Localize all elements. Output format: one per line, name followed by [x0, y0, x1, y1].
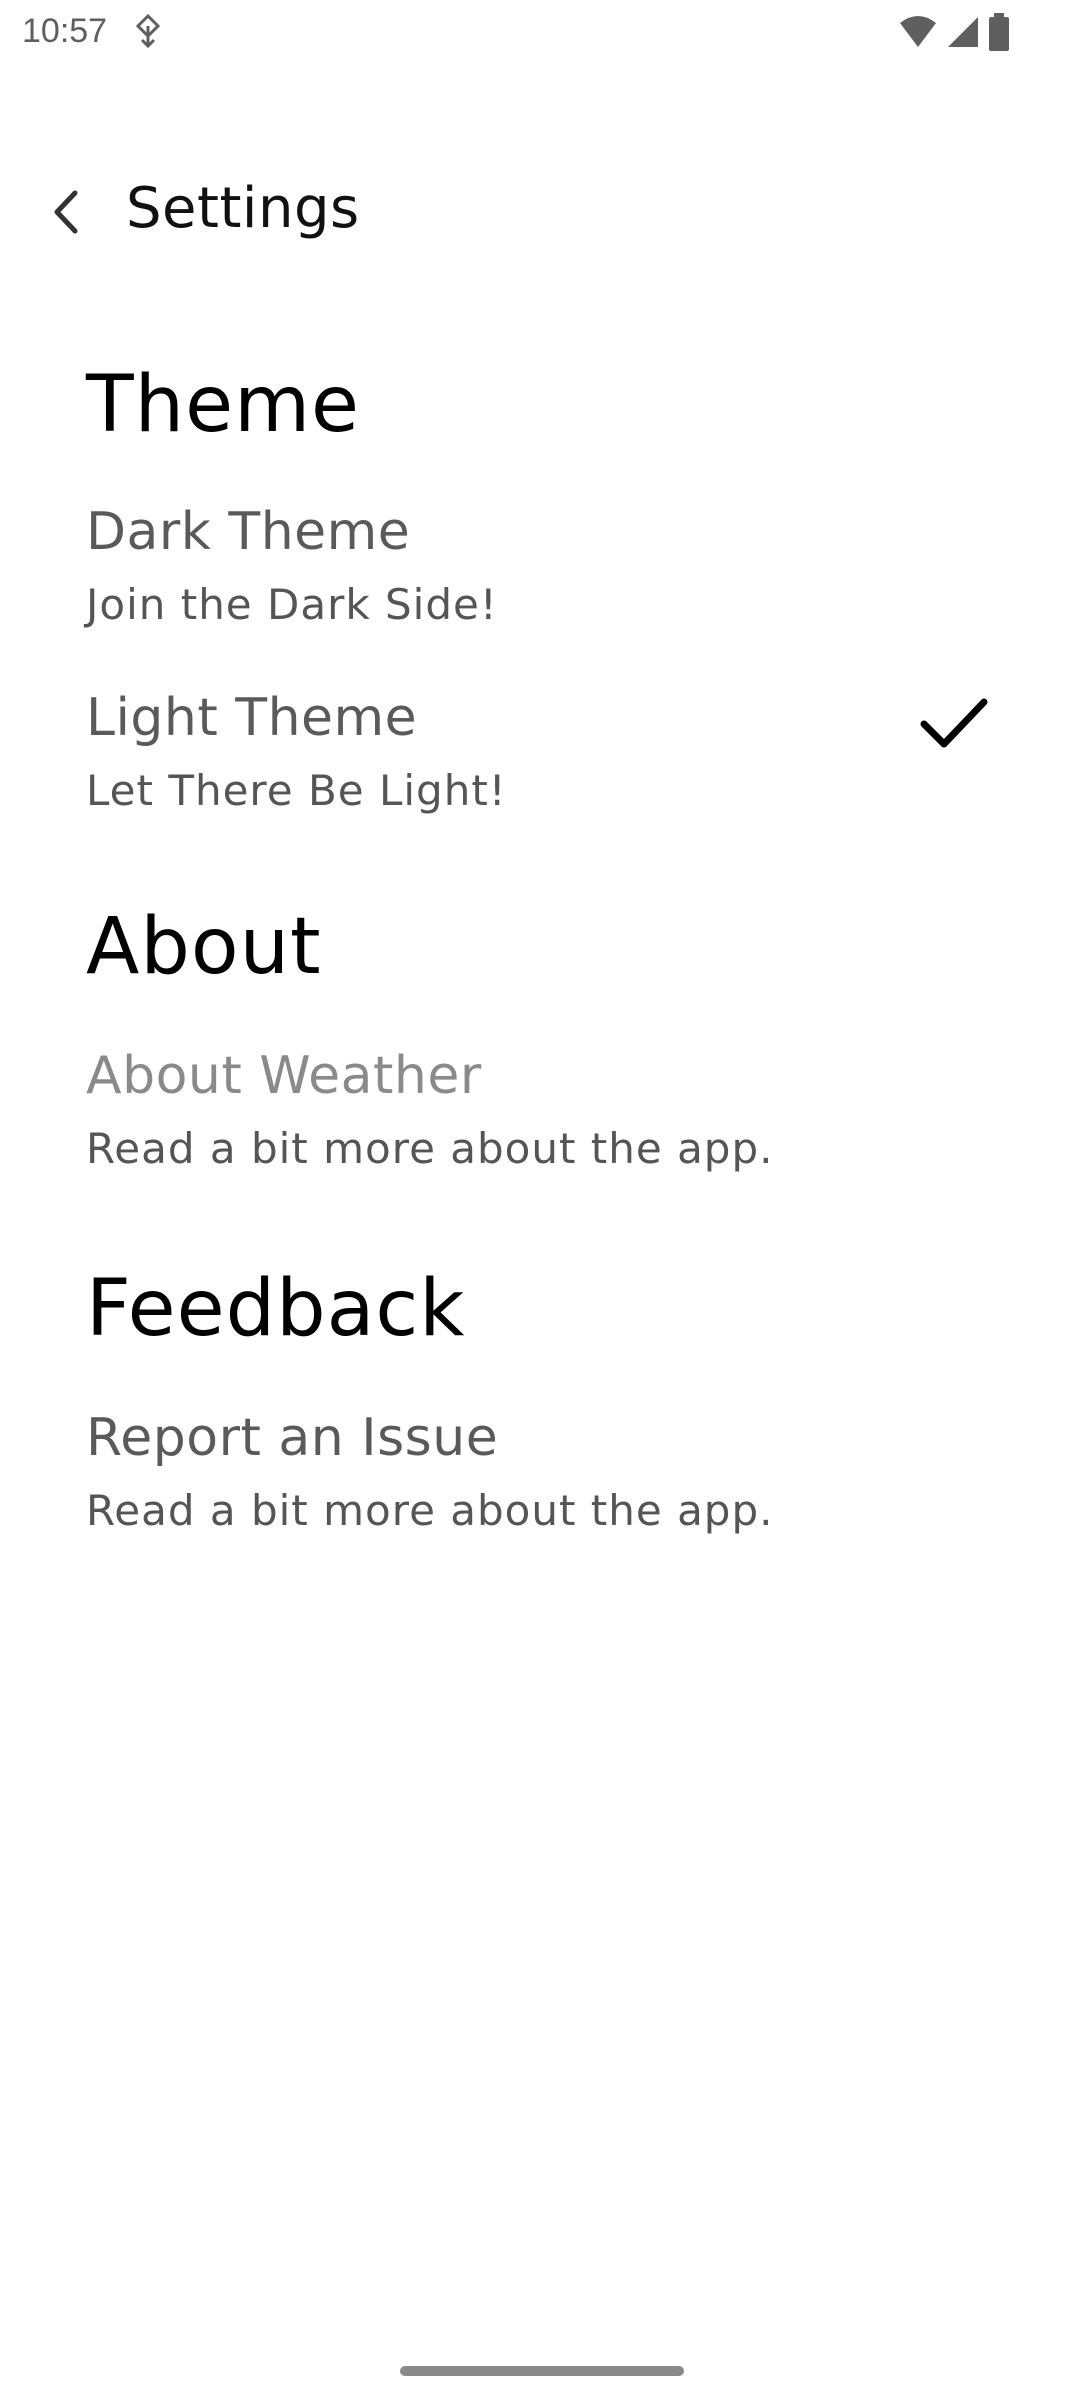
pref-title: Report an Issue	[86, 1408, 499, 1468]
status-icons	[898, 12, 1010, 52]
pref-title: About Weather	[86, 1046, 482, 1106]
status-time: 10:57	[22, 12, 108, 50]
app-bar: Settings	[0, 150, 1080, 274]
section-title-about: About	[86, 902, 322, 992]
pref-summary: Join the Dark Side!	[86, 580, 498, 629]
pref-item-dark-theme[interactable]: Dark Theme Join the Dark Side!	[0, 502, 1080, 652]
pref-item-about-weather[interactable]: About Weather Read a bit more about the …	[0, 1046, 1080, 1196]
wifi-icon	[900, 16, 936, 47]
section-title-feedback: Feedback	[86, 1264, 466, 1354]
pref-summary: Read a bit more about the app.	[86, 1124, 774, 1173]
status-bar: 10:57	[0, 0, 1080, 64]
check-icon	[920, 698, 988, 748]
pref-title: Dark Theme	[86, 502, 411, 562]
section-title-theme: Theme	[86, 360, 361, 450]
home-indicator[interactable]	[400, 2366, 684, 2376]
pref-summary: Read a bit more about the app.	[86, 1486, 774, 1535]
pref-title: Light Theme	[86, 688, 418, 748]
vpn-key-icon	[135, 14, 161, 48]
battery-icon	[989, 13, 1009, 51]
back-button[interactable]	[36, 178, 96, 246]
pref-summary: Let There Be Light!	[86, 766, 507, 815]
signal-icon	[948, 17, 978, 47]
page-title: Settings	[126, 176, 360, 241]
chevron-left-icon	[54, 190, 78, 234]
pref-item-report-issue[interactable]: Report an Issue Read a bit more about th…	[0, 1408, 1080, 1558]
pref-item-light-theme[interactable]: Light Theme Let There Be Light!	[0, 688, 1080, 838]
